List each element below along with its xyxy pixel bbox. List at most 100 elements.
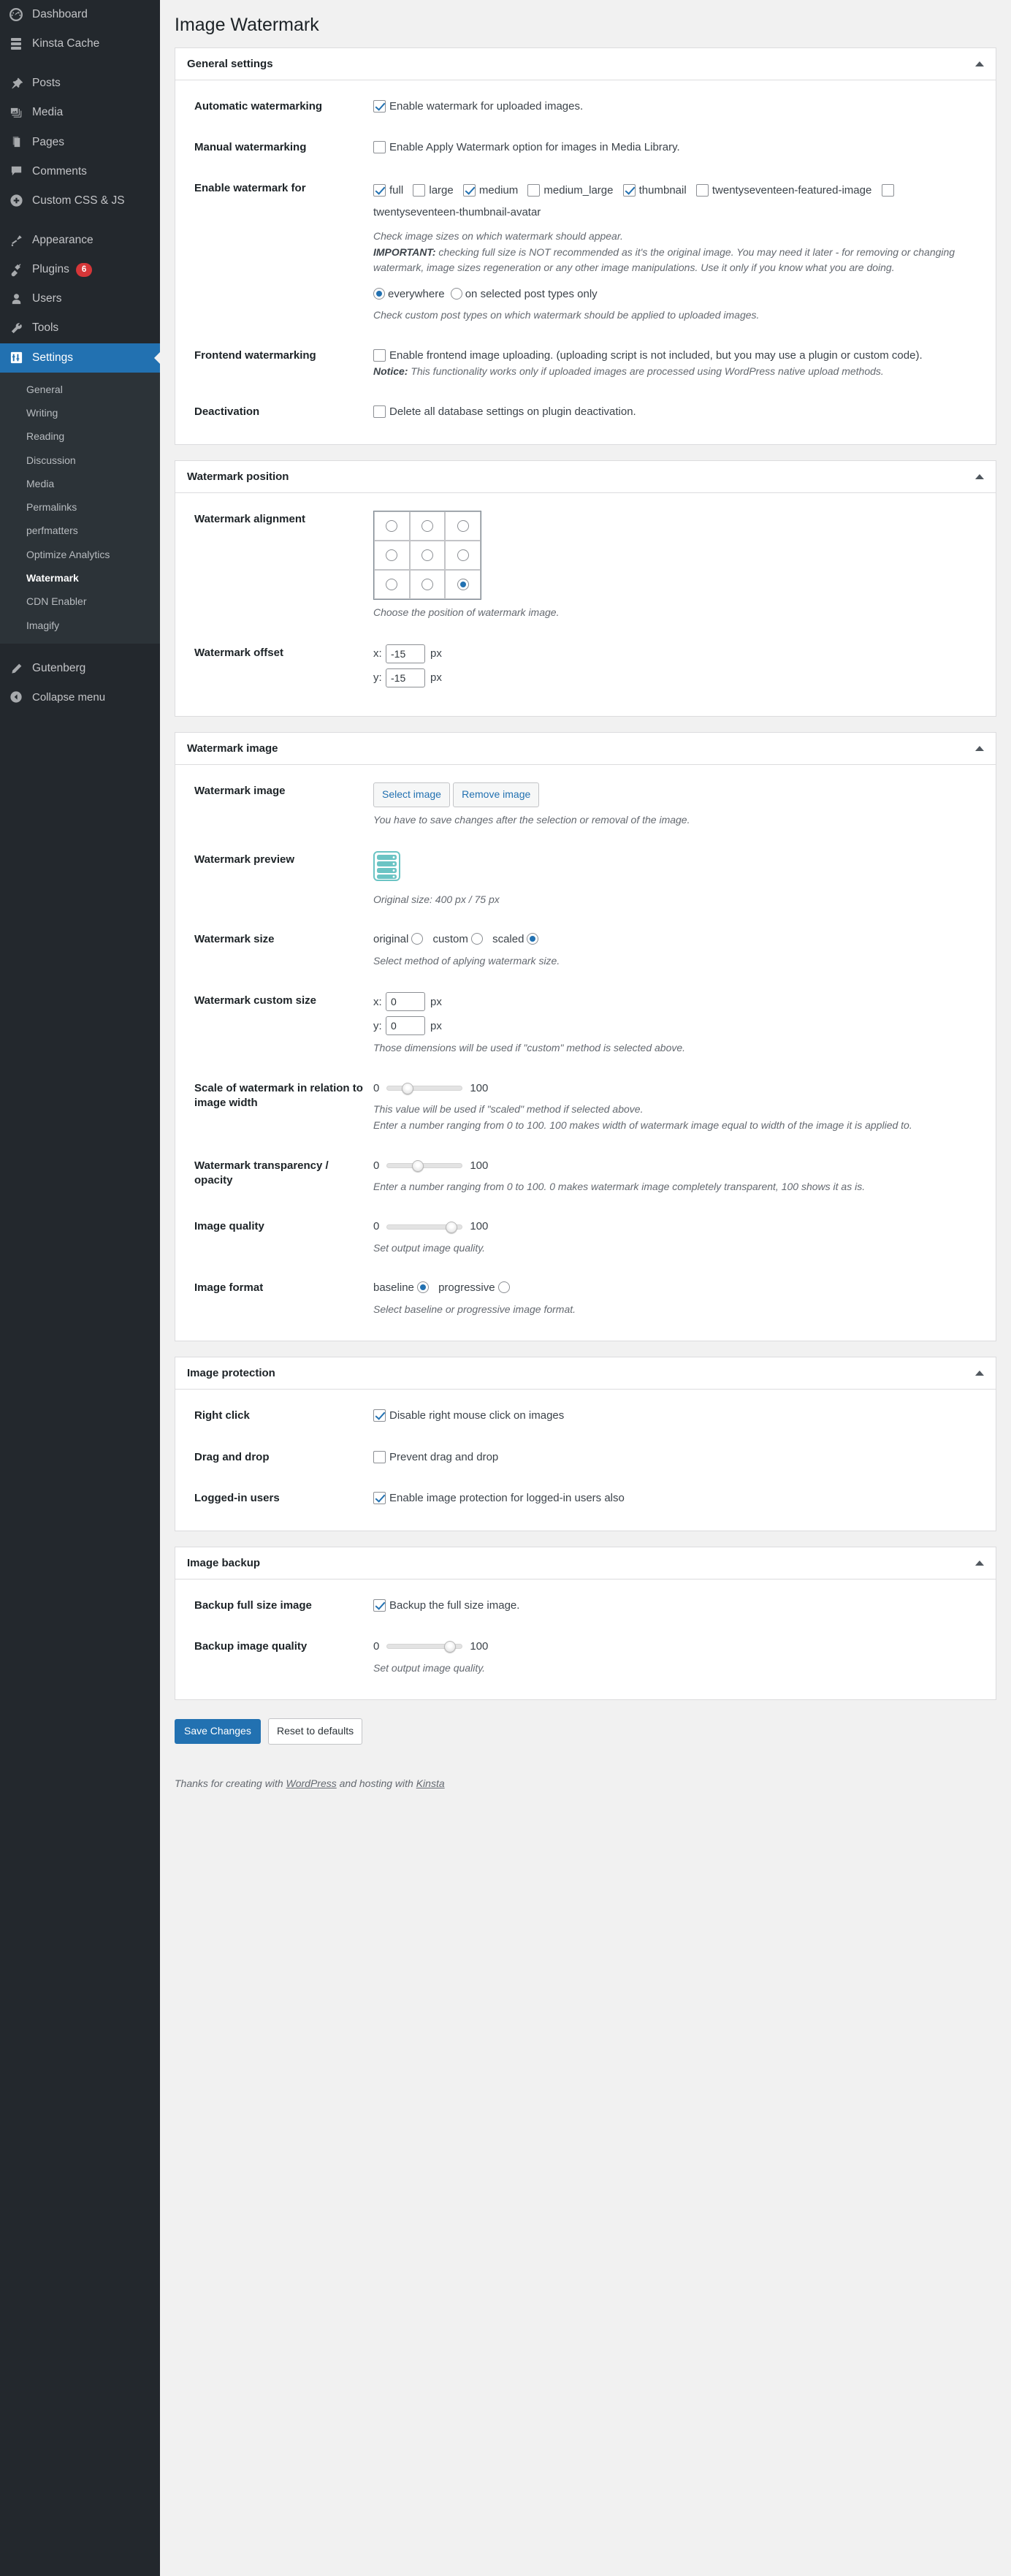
watermark-preview-size: Original size: 400 px / 75 px xyxy=(373,893,500,905)
alignment-cell-top-left[interactable] xyxy=(374,511,410,541)
alignment-radio-middle-left[interactable] xyxy=(386,549,398,562)
alignment-cell-top-center[interactable] xyxy=(409,511,446,541)
size-checkbox-twentyseventeen-thumbnail-avatar[interactable] xyxy=(881,184,894,197)
sidebar-item-label: Gutenberg xyxy=(32,661,86,674)
scope-radio-everywhere[interactable] xyxy=(373,288,385,300)
sidebar-item-tools[interactable]: Tools xyxy=(0,313,160,343)
select-image-button[interactable]: Select image xyxy=(373,782,450,807)
alignment-radio-bottom-left[interactable] xyxy=(386,579,398,591)
general-settings-header[interactable]: General settings xyxy=(175,48,996,80)
sidebar-item-general[interactable]: General xyxy=(0,378,160,401)
settings-submenu: General Writing Reading Discussion Media… xyxy=(0,372,160,644)
sidebar-item-reading[interactable]: Reading xyxy=(0,424,160,448)
format-radio-progressive[interactable] xyxy=(497,1281,510,1294)
sidebar-item-optimize-analytics[interactable]: Optimize Analytics xyxy=(0,543,160,566)
right-click-checkbox[interactable] xyxy=(373,1409,386,1422)
manual-watermarking-checkbox[interactable] xyxy=(373,140,386,153)
collapse-menu-button[interactable]: Collapse menu xyxy=(0,683,160,711)
logged-in-users-text: Enable image protection for logged-in us… xyxy=(389,1491,625,1504)
automatic-watermarking-checkbox[interactable] xyxy=(373,99,386,113)
sidebar-item-posts[interactable]: Posts xyxy=(0,69,160,98)
sidebar-item-gutenberg[interactable]: Gutenberg xyxy=(0,654,160,683)
image-backup-header[interactable]: Image backup xyxy=(175,1547,996,1580)
quality-slider[interactable] xyxy=(386,1221,463,1233)
deactivation-checkbox[interactable] xyxy=(373,405,386,418)
sidebar-item-pages[interactable]: Pages xyxy=(0,128,160,157)
sidebar-item-permalinks[interactable]: Permalinks xyxy=(0,495,160,519)
alignment-cell-bottom-center[interactable] xyxy=(409,570,446,600)
scale-slider-handle[interactable] xyxy=(401,1083,413,1095)
backup-quality-slider-handle[interactable] xyxy=(443,1641,456,1653)
chevron-up-icon[interactable] xyxy=(975,61,984,66)
sidebar-item-writing[interactable]: Writing xyxy=(0,401,160,424)
sidebar-item-settings[interactable]: Settings xyxy=(0,343,160,373)
watermark-image-header[interactable]: Watermark image xyxy=(175,733,996,765)
chevron-up-icon[interactable] xyxy=(975,474,984,480)
kinsta-link[interactable]: Kinsta xyxy=(416,1777,445,1789)
logged-in-users-checkbox[interactable] xyxy=(373,1491,386,1504)
custom-size-x-input[interactable] xyxy=(386,992,425,1012)
scope-radio-selected-post-types[interactable] xyxy=(450,288,462,300)
reset-to-defaults-button[interactable]: Reset to defaults xyxy=(268,1718,363,1745)
sidebar-item-media[interactable]: Media xyxy=(0,98,160,127)
size-checkbox-medium-large[interactable] xyxy=(527,184,541,197)
sidebar-item-cdn-enabler[interactable]: CDN Enabler xyxy=(0,590,160,613)
alignment-cell-middle-left[interactable] xyxy=(374,541,410,571)
sidebar-item-watermark[interactable]: Watermark xyxy=(0,566,160,590)
custom-size-y-input[interactable] xyxy=(386,1016,425,1036)
alignment-cell-top-right[interactable] xyxy=(445,511,481,541)
transparency-slider-handle[interactable] xyxy=(411,1159,424,1172)
frontend-watermarking-checkbox[interactable] xyxy=(373,349,386,362)
sidebar-item-appearance[interactable]: Appearance xyxy=(0,226,160,255)
alignment-radio-bottom-center[interactable] xyxy=(421,579,433,591)
scale-slider[interactable] xyxy=(386,1083,463,1095)
backup-quality-slider[interactable] xyxy=(386,1641,463,1653)
backup-full-size-checkbox[interactable] xyxy=(373,1599,386,1612)
chevron-up-icon[interactable] xyxy=(975,1561,984,1566)
quality-slider-handle[interactable] xyxy=(445,1221,457,1233)
offset-y-input[interactable] xyxy=(386,668,425,687)
drag-and-drop-checkbox[interactable] xyxy=(373,1450,386,1463)
size-checkbox-large[interactable] xyxy=(413,184,426,197)
sidebar-item-imagify[interactable]: Imagify xyxy=(0,614,160,637)
alignment-radio-middle-center[interactable] xyxy=(421,549,433,562)
size-method-radio-scaled[interactable] xyxy=(527,933,539,945)
sidebar-item-media-settings[interactable]: Media xyxy=(0,472,160,495)
size-checkbox-twentyseventeen-featured-image[interactable] xyxy=(695,184,709,197)
save-changes-button[interactable]: Save Changes xyxy=(175,1719,261,1745)
alignment-radio-top-center[interactable] xyxy=(421,520,433,533)
size-checkbox-medium[interactable] xyxy=(462,184,476,197)
watermark-position-header[interactable]: Watermark position xyxy=(175,461,996,494)
sidebar-item-plugins[interactable]: Plugins 6 xyxy=(0,255,160,284)
sidebar-item-label: Appearance xyxy=(32,233,94,246)
alignment-radio-top-left[interactable] xyxy=(386,520,398,533)
size-checkbox-thumbnail[interactable] xyxy=(622,184,636,197)
chevron-up-icon[interactable] xyxy=(975,1371,984,1376)
offset-x-input[interactable] xyxy=(386,644,425,663)
size-method-radio-original[interactable] xyxy=(411,933,424,945)
size-method-radio-custom[interactable] xyxy=(470,933,483,945)
wordpress-link[interactable]: WordPress xyxy=(286,1777,337,1789)
chevron-up-icon[interactable] xyxy=(975,745,984,751)
sidebar-item-users[interactable]: Users xyxy=(0,284,160,313)
sidebar-item-perfmatters[interactable]: perfmatters xyxy=(0,519,160,542)
alignment-radio-bottom-right[interactable] xyxy=(457,579,469,591)
alignment-radio-top-right[interactable] xyxy=(457,520,469,533)
sidebar-item-comments[interactable]: Comments xyxy=(0,157,160,186)
alignment-cell-bottom-right[interactable] xyxy=(445,570,481,600)
general-settings-panel: General settings Automatic watermarking … xyxy=(175,47,996,446)
remove-image-button[interactable]: Remove image xyxy=(453,782,540,807)
size-checkbox-full[interactable] xyxy=(373,184,386,197)
sidebar-item-discussion[interactable]: Discussion xyxy=(0,449,160,472)
alignment-radio-middle-right[interactable] xyxy=(457,549,469,562)
alignment-cell-middle-center[interactable] xyxy=(409,541,446,571)
format-radio-baseline[interactable] xyxy=(416,1281,429,1294)
alignment-cell-bottom-left[interactable] xyxy=(374,570,410,600)
sidebar-item-custom-css-js[interactable]: Custom CSS & JS xyxy=(0,186,160,216)
sidebar-item-kinsta-cache[interactable]: Kinsta Cache xyxy=(0,29,160,58)
alignment-cell-middle-right[interactable] xyxy=(445,541,481,571)
sidebar-item-dashboard[interactable]: Dashboard xyxy=(0,0,160,29)
row-watermark-transparency: Watermark transparency / opacity 0 100 E… xyxy=(187,1146,984,1207)
transparency-slider[interactable] xyxy=(386,1159,463,1172)
image-protection-header[interactable]: Image protection xyxy=(175,1357,996,1390)
